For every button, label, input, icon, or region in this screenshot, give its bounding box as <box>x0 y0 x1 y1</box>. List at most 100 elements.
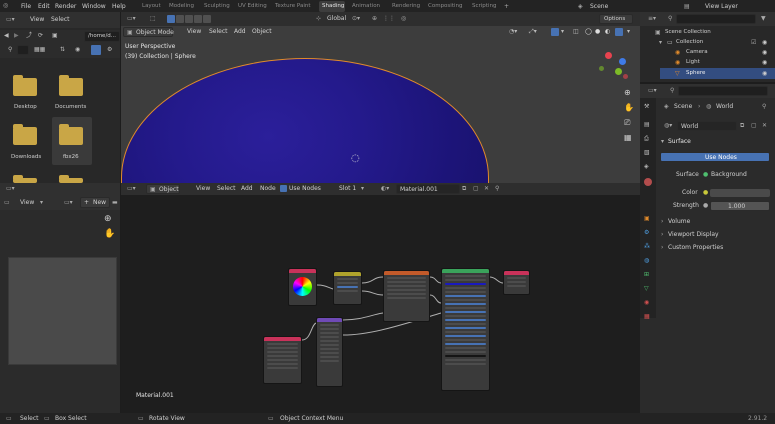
tab-sculpting[interactable]: Sculpting <box>204 3 230 9</box>
outliner-item-light[interactable]: Light <box>686 59 700 66</box>
slot-dropdown[interactable]: Slot 1 <box>339 186 356 192</box>
folder-icon[interactable] <box>59 75 83 96</box>
chevron-right-icon[interactable]: › <box>661 219 663 225</box>
image-canvas[interactable] <box>8 257 117 365</box>
physics-tab-icon[interactable]: ◍ <box>644 258 649 264</box>
tab-animation[interactable]: Animation <box>352 3 380 9</box>
scene-selector[interactable]: Scene <box>590 3 608 10</box>
chevron-down-icon[interactable]: ▾ <box>40 200 43 206</box>
3d-cursor-icon[interactable]: ◌ <box>351 154 360 164</box>
editor-type-icon[interactable]: ▭▾ <box>127 186 136 192</box>
overlays-icon[interactable] <box>551 28 559 36</box>
select-intersect-icon[interactable] <box>203 15 211 23</box>
xray-icon[interactable]: ◫ <box>573 29 579 35</box>
tool-tab-icon[interactable]: ⚒ <box>644 104 649 110</box>
vp-menu-select[interactable]: Select <box>209 29 228 35</box>
outliner-item-scene-collection[interactable]: Scene Collection <box>665 29 711 36</box>
properties-search-input[interactable] <box>678 86 768 96</box>
node-editor-canvas[interactable]: Material.001 <box>121 195 656 413</box>
object-tab-icon[interactable]: ▣ <box>644 216 650 222</box>
node-mapping-vector[interactable] <box>316 317 343 387</box>
world-browse-icon[interactable]: ◍▾ <box>664 123 672 129</box>
select-box-icon[interactable] <box>167 15 175 23</box>
path-field[interactable]: /home/d... <box>84 31 120 42</box>
particles-tab-icon[interactable]: ⁂ <box>644 244 650 250</box>
parent-dir-icon[interactable]: ⤴ <box>26 33 32 39</box>
image-menu-view[interactable]: View <box>20 200 34 206</box>
pan-hand-icon[interactable]: ✋ <box>104 230 115 239</box>
constraints-tab-icon[interactable]: ⊞ <box>644 272 649 278</box>
editor-type-icon[interactable]: ▭▾ <box>6 17 15 23</box>
node-color-ramp[interactable] <box>383 270 430 322</box>
use-nodes-checkbox[interactable] <box>280 185 287 192</box>
search-input[interactable] <box>17 45 29 55</box>
breadcrumb-scene[interactable]: Scene <box>674 104 692 110</box>
search-icon[interactable]: ⚲ <box>670 88 674 94</box>
zoom-icon[interactable]: ⊕ <box>624 89 631 97</box>
funnel-icon[interactable]: ▼ <box>761 16 766 22</box>
filter-icon[interactable] <box>91 45 101 55</box>
transform-orientation-dropdown[interactable]: Global <box>327 16 346 22</box>
tab-texture-paint[interactable]: Texture Paint <box>275 3 311 9</box>
tab-shading[interactable]: Shading <box>322 3 344 9</box>
hidden-files-icon[interactable]: ◉ <box>75 47 80 53</box>
zoom-icon[interactable]: ⊕ <box>104 215 112 224</box>
node-texture-coordinate[interactable] <box>263 336 302 384</box>
gizmo-neg-y[interactable] <box>599 66 604 71</box>
vp-menu-object[interactable]: Object <box>252 29 272 35</box>
shading-rendered-icon[interactable] <box>615 28 623 36</box>
chevron-down-icon[interactable]: ▾ <box>361 186 364 192</box>
folder-label-downloads[interactable]: Downloads <box>11 154 41 161</box>
add-workspace-icon[interactable]: + <box>504 3 509 10</box>
texture-tab-icon[interactable]: ▦ <box>644 314 650 320</box>
node-mapping[interactable] <box>333 271 362 305</box>
chevron-down-icon[interactable]: ▾ <box>627 29 630 35</box>
folder-icon[interactable] <box>13 75 37 96</box>
volume-panel[interactable]: Volume <box>668 219 690 225</box>
view-layer-selector[interactable]: View Layer <box>705 3 738 10</box>
outliner-item-collection[interactable]: Collection <box>676 39 703 46</box>
options-dropdown[interactable]: Options <box>599 14 633 24</box>
chevron-right-icon[interactable]: › <box>661 245 663 251</box>
folder-open-icon[interactable]: ▬ <box>112 200 118 206</box>
scene-tab-icon[interactable]: ◈ <box>644 164 649 170</box>
breadcrumb-world[interactable]: World <box>716 104 733 110</box>
snap-icon[interactable]: ⊕ <box>372 16 377 22</box>
folder-label-fbx26[interactable]: fbx26 <box>63 154 79 161</box>
eye-icon[interactable]: ◉ <box>762 50 767 56</box>
viewport-3d[interactable]: ◌ ▣ Object Mode View Select Add Object ◔… <box>121 26 640 183</box>
shading-solid-icon[interactable]: ● <box>595 29 600 35</box>
search-icon[interactable]: ⚲ <box>8 47 12 53</box>
menu-edit[interactable]: Edit <box>38 3 50 10</box>
close-icon[interactable]: ✕ <box>762 123 767 129</box>
surface-panel-title[interactable]: Surface <box>668 139 691 145</box>
select-tool-icon[interactable]: ⬚ <box>150 16 156 22</box>
node-material-output[interactable] <box>503 270 530 295</box>
visibility-icon[interactable]: ◔▾ <box>509 29 517 35</box>
eye-icon[interactable]: ◉ <box>762 71 767 77</box>
folder-label-documents[interactable]: Documents <box>55 104 86 111</box>
tab-layout[interactable]: Layout <box>142 3 161 9</box>
tab-uv-editing[interactable]: UV Editing <box>238 3 267 9</box>
transform-orientation-icon[interactable]: ⊹ <box>316 16 321 22</box>
duplicate-icon[interactable]: ▢ <box>751 123 757 129</box>
viewport-display-panel[interactable]: Viewport Display <box>668 232 719 238</box>
chevron-right-icon[interactable]: › <box>661 232 663 238</box>
eye-icon[interactable]: ◉ <box>762 60 767 66</box>
pivot-icon[interactable]: ⊙▾ <box>352 16 360 22</box>
chevron-down-icon[interactable]: ▾ <box>659 40 662 46</box>
chevron-down-icon[interactable]: ▾ <box>661 139 664 145</box>
proportional-edit-icon[interactable]: ◎ <box>401 16 406 22</box>
editor-type-icon[interactable]: ▭▾ <box>127 16 136 22</box>
fake-user-icon[interactable]: ⧉ <box>462 186 466 192</box>
tab-rendering[interactable]: Rendering <box>392 3 420 9</box>
fb-menu-view[interactable]: View <box>30 17 44 23</box>
eye-icon[interactable]: ◉ <box>762 40 767 46</box>
chevron-down-icon[interactable]: ▾ <box>561 29 564 35</box>
menu-window[interactable]: Window <box>82 3 106 10</box>
view-layer-tab-icon[interactable]: ▧ <box>644 150 650 156</box>
pin-icon[interactable]: ⚲ <box>495 186 499 192</box>
shading-wireframe-icon[interactable]: ◯ <box>585 29 592 35</box>
folder-icon[interactable] <box>59 124 83 145</box>
filter-icon[interactable]: ⚲ <box>668 16 672 22</box>
